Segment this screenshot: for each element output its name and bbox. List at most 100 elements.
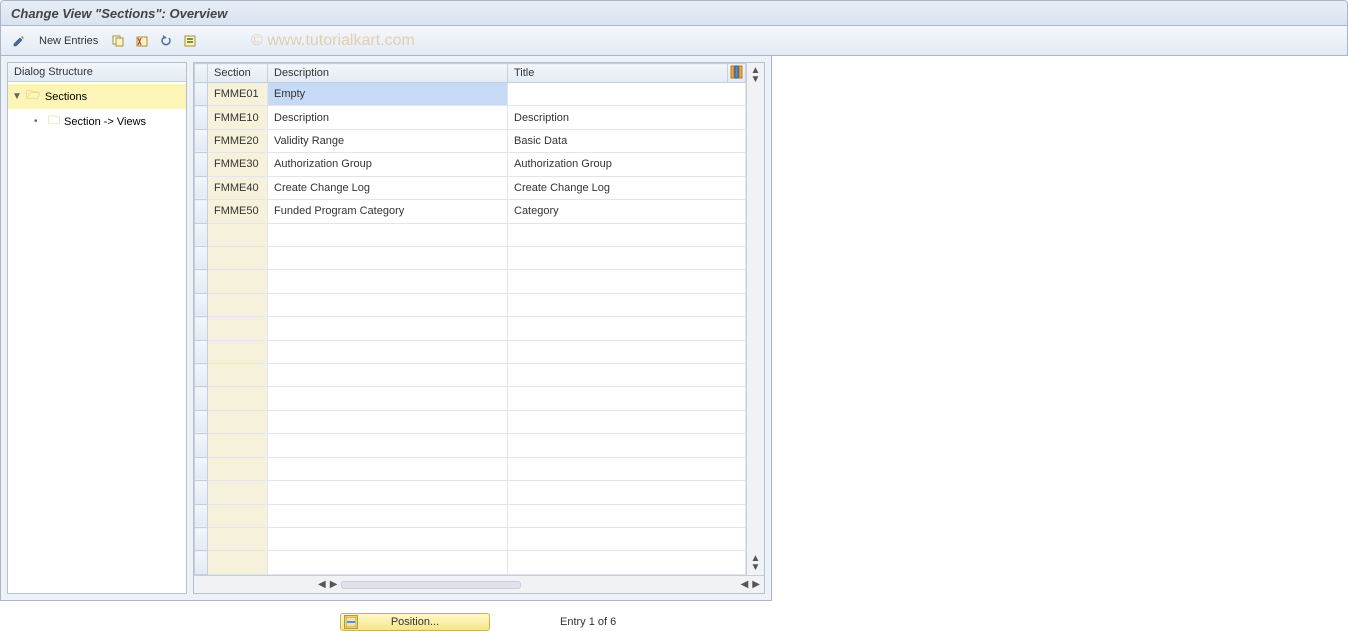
row-selector[interactable] (195, 270, 208, 293)
row-selector[interactable] (195, 528, 208, 551)
scroll-left-icon[interactable]: ◀ (318, 579, 326, 590)
cell-section[interactable] (208, 410, 268, 433)
cell-description[interactable]: Authorization Group (268, 153, 508, 176)
cell-section[interactable] (208, 340, 268, 363)
cell-title[interactable] (508, 387, 746, 410)
table-row[interactable]: FMME10DescriptionDescription (195, 106, 746, 129)
cell-section[interactable]: FMME10 (208, 106, 268, 129)
cell-title[interactable]: Basic Data (508, 129, 746, 152)
table-row[interactable]: FMME40Create Change LogCreate Change Log (195, 176, 746, 199)
cell-title[interactable] (508, 270, 746, 293)
cell-section[interactable]: FMME20 (208, 129, 268, 152)
configure-columns-icon[interactable] (728, 64, 746, 83)
cell-title[interactable]: Description (508, 106, 746, 129)
cell-description[interactable] (268, 551, 508, 575)
cell-title[interactable] (508, 504, 746, 527)
row-selector[interactable] (195, 153, 208, 176)
cell-description[interactable] (268, 223, 508, 246)
cell-description[interactable] (268, 317, 508, 340)
toggle-display-change-icon[interactable] (9, 31, 29, 51)
undo-icon[interactable] (156, 31, 176, 51)
row-selector[interactable] (195, 340, 208, 363)
row-selector[interactable] (195, 457, 208, 480)
cell-title[interactable] (508, 528, 746, 551)
cell-description[interactable] (268, 504, 508, 527)
table-row[interactable] (195, 340, 746, 363)
table-row[interactable] (195, 223, 746, 246)
cell-section[interactable] (208, 504, 268, 527)
row-selector[interactable] (195, 223, 208, 246)
position-button[interactable]: Position... (340, 613, 490, 631)
delete-icon[interactable] (132, 31, 152, 51)
cell-title[interactable] (508, 457, 746, 480)
cell-description[interactable] (268, 528, 508, 551)
table-row[interactable] (195, 293, 746, 316)
cell-title[interactable] (508, 340, 746, 363)
cell-description[interactable]: Create Change Log (268, 176, 508, 199)
cell-section[interactable] (208, 481, 268, 504)
table-row[interactable]: FMME30Authorization GroupAuthorization G… (195, 153, 746, 176)
row-selector[interactable] (195, 481, 208, 504)
scroll-track[interactable] (341, 581, 521, 589)
cell-title[interactable] (508, 293, 746, 316)
row-selector[interactable] (195, 387, 208, 410)
row-selector[interactable] (195, 200, 208, 223)
cell-title[interactable]: Category (508, 200, 746, 223)
row-selector[interactable] (195, 106, 208, 129)
row-selector[interactable] (195, 410, 208, 433)
scroll-right-small-icon[interactable]: ▶ (330, 579, 338, 590)
cell-title[interactable] (508, 434, 746, 457)
table-row[interactable] (195, 551, 746, 575)
row-selector[interactable] (195, 176, 208, 199)
cell-section[interactable] (208, 387, 268, 410)
cell-section[interactable] (208, 457, 268, 480)
cell-section[interactable]: FMME30 (208, 153, 268, 176)
cell-section[interactable] (208, 551, 268, 575)
tree-item-sections[interactable]: ▼ 🗁 Sections (8, 84, 186, 109)
cell-section[interactable]: FMME01 (208, 83, 268, 106)
cell-description[interactable]: Funded Program Category (268, 200, 508, 223)
row-selector[interactable] (195, 246, 208, 269)
cell-title[interactable]: Create Change Log (508, 176, 746, 199)
cell-section[interactable] (208, 246, 268, 269)
table-row[interactable]: FMME20Validity RangeBasic Data (195, 129, 746, 152)
row-selector-header[interactable] (195, 64, 208, 83)
table-row[interactable] (195, 317, 746, 340)
column-description[interactable]: Description (268, 64, 508, 83)
cell-section[interactable] (208, 223, 268, 246)
column-section[interactable]: Section (208, 64, 268, 83)
cell-description[interactable] (268, 246, 508, 269)
cell-description[interactable]: Validity Range (268, 129, 508, 152)
cell-title[interactable] (508, 481, 746, 504)
horizontal-scrollbar[interactable]: ◀ ▶ ◀ ▶ (194, 575, 764, 593)
scroll-left-small-icon[interactable]: ◀ (741, 579, 749, 590)
cell-description[interactable] (268, 457, 508, 480)
cell-description[interactable] (268, 364, 508, 387)
select-all-icon[interactable] (180, 31, 200, 51)
scroll-down-icon[interactable]: ▼ (751, 562, 761, 573)
cell-title[interactable] (508, 410, 746, 433)
cell-section[interactable] (208, 317, 268, 340)
table-row[interactable] (195, 434, 746, 457)
cell-title[interactable] (508, 551, 746, 575)
row-selector[interactable] (195, 434, 208, 457)
row-selector[interactable] (195, 129, 208, 152)
cell-description[interactable] (268, 293, 508, 316)
cell-description[interactable] (268, 410, 508, 433)
column-title[interactable]: Title (508, 64, 728, 83)
row-selector[interactable] (195, 504, 208, 527)
cell-section[interactable] (208, 528, 268, 551)
cell-title[interactable]: Authorization Group (508, 153, 746, 176)
table-row[interactable] (195, 481, 746, 504)
cell-section[interactable] (208, 270, 268, 293)
row-selector[interactable] (195, 293, 208, 316)
cell-description[interactable]: Empty (268, 83, 508, 106)
expand-icon[interactable]: ▼ (12, 91, 22, 102)
cell-section[interactable]: FMME40 (208, 176, 268, 199)
vertical-scrollbar[interactable]: ▲ ▼ ▲ ▼ (746, 63, 764, 575)
cell-section[interactable] (208, 364, 268, 387)
table-row[interactable] (195, 457, 746, 480)
cell-section[interactable] (208, 434, 268, 457)
cell-description[interactable] (268, 340, 508, 363)
table-row[interactable] (195, 504, 746, 527)
